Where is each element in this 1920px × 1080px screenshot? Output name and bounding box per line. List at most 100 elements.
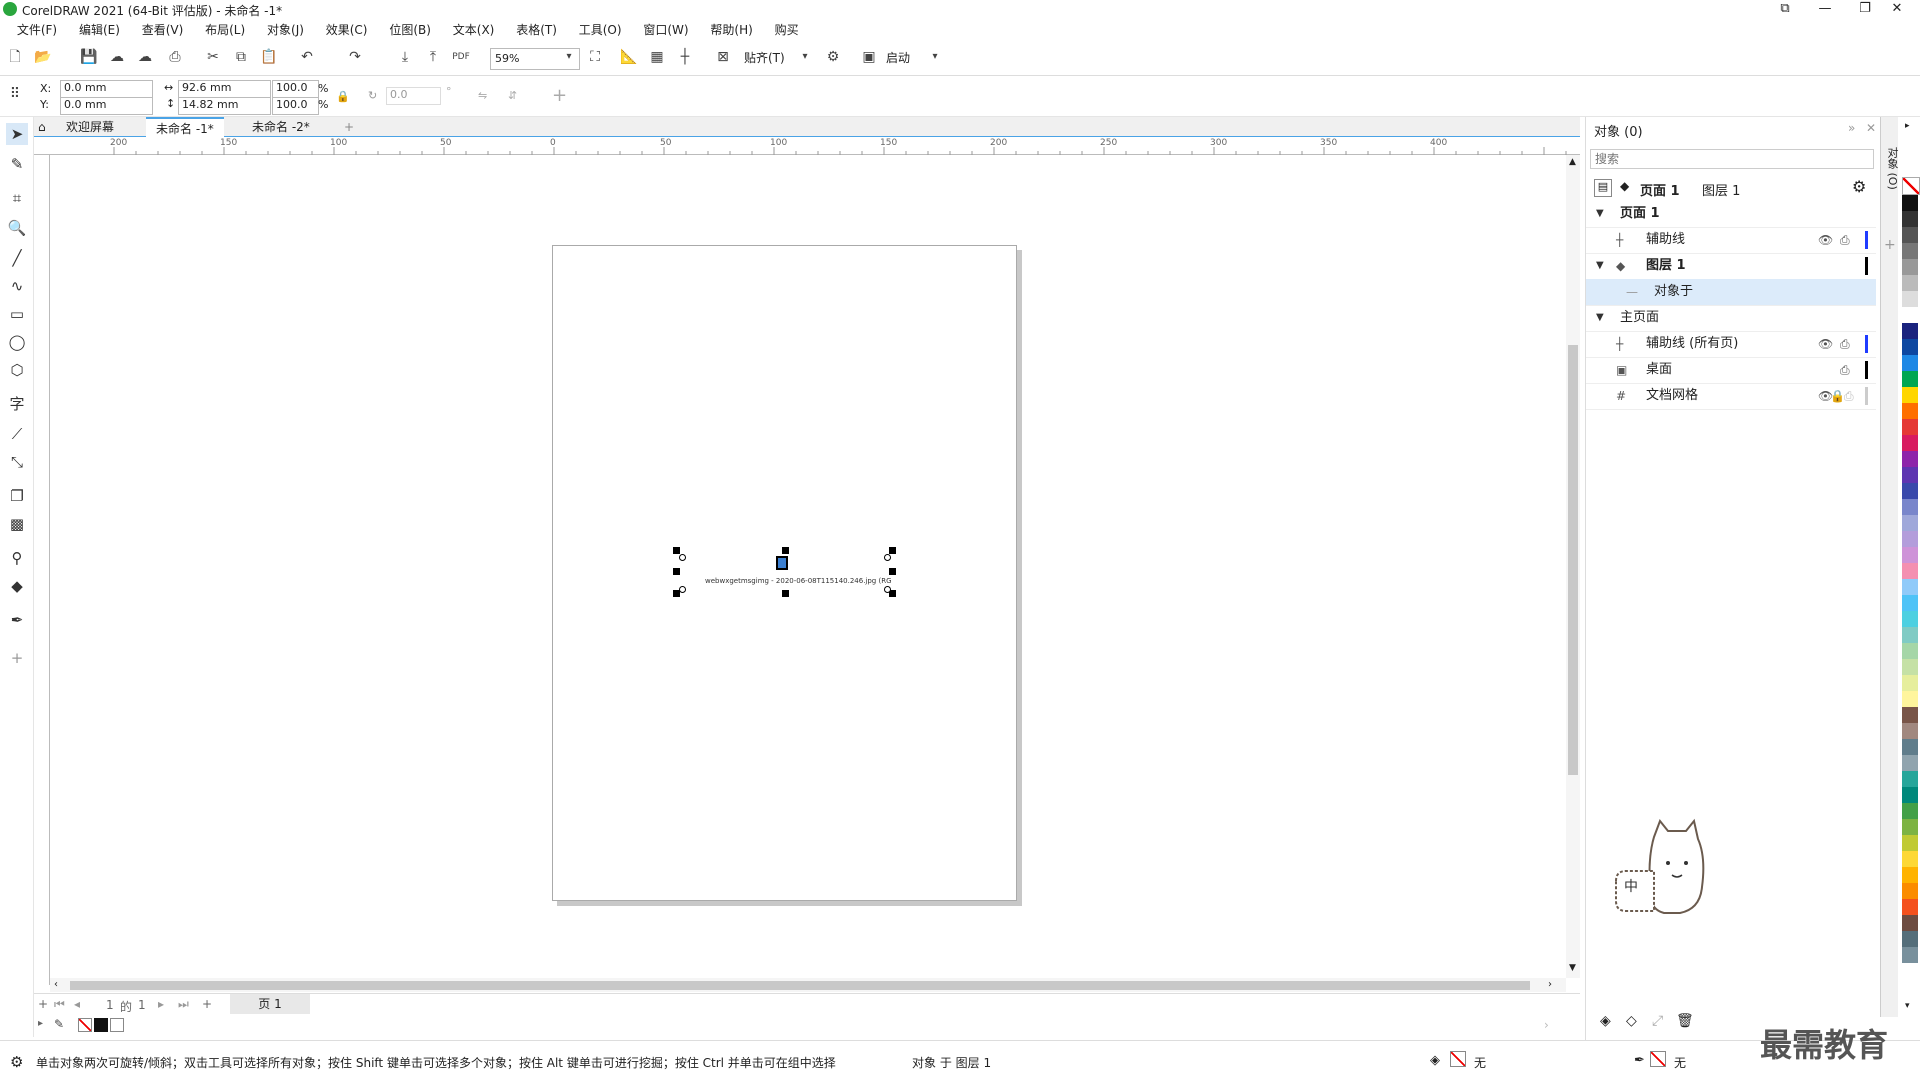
palette-color-swatch[interactable] xyxy=(1902,595,1918,611)
paste-icon[interactable]: 📋 xyxy=(260,48,278,66)
palette-color-swatch[interactable] xyxy=(1902,547,1918,563)
scale-y-field[interactable]: 100.0 xyxy=(272,97,319,115)
palette-scroll-up-icon[interactable]: ▸ xyxy=(1905,121,1910,131)
selection-handle[interactable] xyxy=(782,547,789,554)
vertical-ruler[interactable] xyxy=(34,155,50,985)
objects-search-input[interactable] xyxy=(1590,149,1874,169)
scroll-down-icon[interactable]: ▼ xyxy=(1569,963,1576,973)
minimize-button[interactable]: — xyxy=(1810,0,1840,18)
menu-window[interactable]: 窗口(W) xyxy=(634,18,697,41)
ellipse-tool-icon[interactable]: ◯ xyxy=(6,331,28,353)
panel-expand-icon[interactable]: » xyxy=(1848,121,1855,135)
add-tool-icon[interactable]: + xyxy=(6,647,28,669)
lock-ratio-icon[interactable]: 🔒 xyxy=(336,90,350,103)
palette-color-swatch[interactable] xyxy=(1902,227,1918,243)
chevron-down-icon[interactable]: ▾ xyxy=(796,48,814,66)
palette-color-swatch[interactable] xyxy=(1902,915,1918,931)
delete-icon[interactable]: 🗑 xyxy=(1676,1013,1694,1029)
palette-color-swatch[interactable] xyxy=(1902,307,1918,323)
export-icon[interactable]: ⤒ xyxy=(424,48,442,66)
collapse-icon[interactable]: ▼ xyxy=(1596,253,1604,279)
rotation-angle-field[interactable]: 0.0 xyxy=(386,87,441,105)
collapse-icon[interactable]: ▼ xyxy=(1596,305,1604,331)
eyedropper-tool-icon[interactable]: ⚲ xyxy=(6,547,28,569)
maximize-button[interactable]: ❐ xyxy=(1850,0,1880,18)
rotation-handle[interactable] xyxy=(884,586,891,593)
selection-handle[interactable] xyxy=(889,568,896,575)
palette-color-swatch[interactable] xyxy=(1902,611,1918,627)
connector-tool-icon[interactable]: ⤡ xyxy=(6,451,28,473)
palette-color-swatch[interactable] xyxy=(1902,931,1918,947)
selection-handle[interactable] xyxy=(782,590,789,597)
palette-color-swatch[interactable] xyxy=(1902,675,1918,691)
launch-icon[interactable]: ▣ xyxy=(860,48,878,66)
palette-color-swatch[interactable] xyxy=(1902,755,1918,771)
cloud-upload-icon[interactable]: ☁ xyxy=(136,48,154,66)
palette-color-swatch[interactable] xyxy=(1902,323,1918,339)
palette-color-swatch[interactable] xyxy=(1902,659,1918,675)
palette-color-swatch[interactable] xyxy=(1902,867,1918,883)
first-page-icon[interactable]: ⏮ xyxy=(54,997,65,1012)
menu-view[interactable]: 查看(V) xyxy=(133,18,193,41)
palette-color-swatch[interactable] xyxy=(1902,771,1918,787)
add-docker-icon[interactable]: + xyxy=(1884,237,1896,253)
undo-icon[interactable]: ↶ xyxy=(298,48,316,66)
new-layer-icon[interactable]: ◈ xyxy=(1600,1013,1611,1029)
palette-color-swatch[interactable] xyxy=(1902,723,1918,739)
scroll-palette-right-icon[interactable]: › xyxy=(1544,1018,1549,1032)
full-screen-icon[interactable]: ⛶ xyxy=(586,48,604,66)
next-page-icon[interactable]: ▸ xyxy=(158,997,164,1011)
tree-row-desktop[interactable]: ▣ 桌面 ⎙ xyxy=(1586,357,1876,384)
snap-to-dropdown[interactable]: 贴齐(T) xyxy=(744,49,785,66)
shape-tool-icon[interactable]: ✎ xyxy=(6,153,28,175)
selection-handle[interactable] xyxy=(673,568,680,575)
tab-untitled-2[interactable]: 未命名 -2* xyxy=(242,117,320,137)
parallel-dimension-tool-icon[interactable]: ⟋ xyxy=(6,423,28,445)
new-document-icon[interactable]: 🗋 xyxy=(6,48,24,66)
palette-color-swatch[interactable] xyxy=(1902,211,1918,227)
outline-pen-icon[interactable]: ✒ xyxy=(1634,1053,1645,1068)
palette-color-swatch[interactable] xyxy=(1902,451,1918,467)
palette-color-swatch[interactable] xyxy=(1902,435,1918,451)
import-icon[interactable]: ⤓ xyxy=(396,48,414,66)
last-page-icon[interactable]: ⏭ xyxy=(178,997,189,1012)
new-tab-icon[interactable]: + xyxy=(334,117,364,137)
transparency-tool-icon[interactable]: ▩ xyxy=(6,513,28,535)
cut-icon[interactable]: ✂ xyxy=(204,48,222,66)
print-icon[interactable]: ⎙ xyxy=(1840,331,1850,357)
menu-tools[interactable]: 工具(O) xyxy=(570,18,631,41)
text-tool-icon[interactable]: 字 xyxy=(6,393,28,415)
rotation-handle[interactable] xyxy=(679,554,686,561)
menu-bitmaps[interactable]: 位图(B) xyxy=(380,18,440,41)
show-guidelines-icon[interactable]: ┼ xyxy=(676,48,694,66)
selection-handle[interactable] xyxy=(673,547,680,554)
cloud-download-icon[interactable]: ☁ xyxy=(108,48,126,66)
image-thumbnail-icon[interactable] xyxy=(776,556,788,570)
previous-page-icon[interactable]: ◂ xyxy=(74,997,80,1011)
horizontal-scrollbar[interactable]: ‹ › xyxy=(50,978,1566,992)
menu-file[interactable]: 文件(F) xyxy=(8,18,66,41)
collapse-icon[interactable]: ▼ xyxy=(1596,201,1604,227)
palette-color-swatch[interactable] xyxy=(1902,563,1918,579)
palette-color-swatch[interactable] xyxy=(1902,691,1918,707)
palette-color-swatch[interactable] xyxy=(1902,515,1918,531)
palette-color-swatch[interactable] xyxy=(1902,355,1918,371)
print-icon[interactable]: ⎙ xyxy=(1844,383,1854,409)
palette-color-swatch[interactable] xyxy=(1902,851,1918,867)
x-position-field[interactable]: 0.0 mm xyxy=(60,80,153,98)
mirror-vertical-icon[interactable]: ⇵ xyxy=(508,89,517,102)
tab-welcome-screen[interactable]: 欢迎屏幕 xyxy=(56,117,124,137)
add-page-before-icon[interactable]: + xyxy=(38,997,48,1011)
document-page[interactable] xyxy=(552,245,1017,901)
rotation-handle[interactable] xyxy=(679,586,686,593)
menu-edit[interactable]: 编辑(E) xyxy=(70,18,129,41)
palette-color-swatch[interactable] xyxy=(1902,739,1918,755)
palette-color-swatch[interactable] xyxy=(1902,483,1918,499)
page-tab-1[interactable]: 页 1 xyxy=(230,994,310,1014)
chevron-down-icon[interactable]: ▾ xyxy=(926,48,944,66)
palette-color-swatch[interactable] xyxy=(1902,819,1918,835)
tree-row-master-page[interactable]: ▼ 主页面 xyxy=(1586,305,1876,332)
palette-color-swatch[interactable] xyxy=(1902,291,1918,307)
palette-color-swatch[interactable] xyxy=(1902,643,1918,659)
palette-color-swatch[interactable] xyxy=(1902,371,1918,387)
